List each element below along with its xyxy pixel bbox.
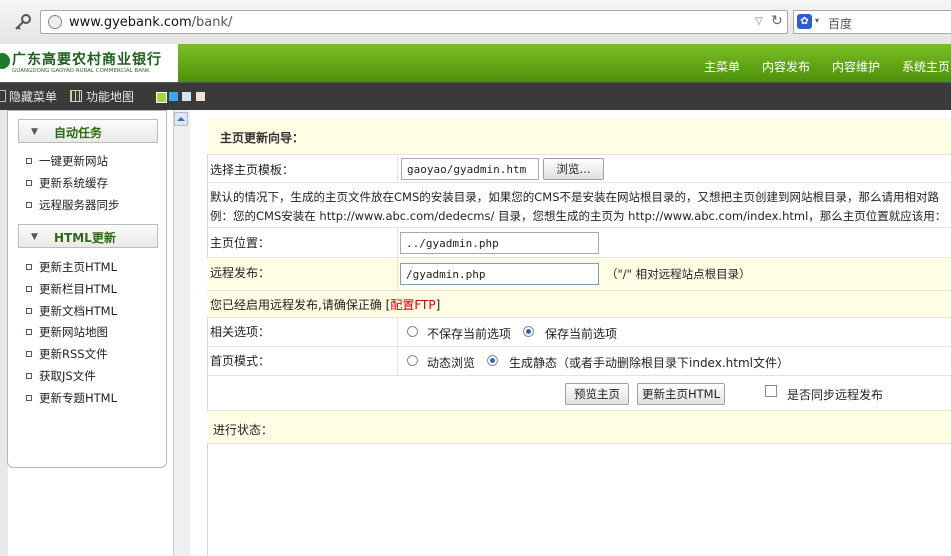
browser-toolbar: www.gyebank.com/bank/ ▽ ↻ ✿ ▾ 百度 <box>0 0 951 45</box>
bullet-icon <box>26 351 32 357</box>
browse-button[interactable]: 浏览... <box>543 158 604 180</box>
no-save-label: 不保存当前选项 <box>427 327 512 341</box>
bullet-icon <box>26 264 32 270</box>
note-row: 默认的情况下，生成的主页文件放在CMS的安装目录，如果您的CMS不是安装在网站根… <box>207 183 951 228</box>
section-title: 自动任务 <box>54 126 103 140</box>
sync-remote-label: 是否同步远程发布 <box>787 388 884 402</box>
static-mode-radio[interactable] <box>487 355 498 366</box>
logo-chinese-text: 广东高要农村商业银行 <box>12 52 162 68</box>
nav-content-maintain[interactable]: 内容维护 <box>832 58 880 75</box>
reload-icon[interactable]: ↻ <box>771 13 783 29</box>
address-bar[interactable]: www.gyebank.com/bank/ ▽ ↻ <box>40 10 788 34</box>
scroll-up-button[interactable] <box>174 112 188 126</box>
url-text: www.gyebank.com/bank/ <box>69 15 233 30</box>
section-title: HTML更新 <box>54 231 116 245</box>
column-divider <box>397 347 398 376</box>
update-home-html-button[interactable]: 更新主页HTML <box>637 383 725 405</box>
nav-system-home[interactable]: 系统主页 <box>902 58 950 75</box>
function-bar <box>0 82 951 110</box>
bank-logo: 广东高要农村商业银行 GUANGDONG GAOYAO RURAL COMMER… <box>0 44 178 82</box>
ftp-notice-row: 您已经启用远程发布,请确保正确 [配置FTP] <box>207 291 951 318</box>
save-label: 保存当前选项 <box>545 327 618 341</box>
column-divider <box>397 155 398 183</box>
search-placeholder: 百度 <box>828 17 853 31</box>
frame-scrollbar[interactable] <box>173 110 190 556</box>
nav-content-publish[interactable]: 内容发布 <box>762 58 810 75</box>
position-label: 主页位置： <box>210 236 271 250</box>
baidu-paw-icon: ✿ <box>797 14 812 29</box>
bullet-icon <box>26 286 32 292</box>
skin-lightblue-swatch[interactable] <box>182 92 191 101</box>
bullet-icon <box>26 202 32 208</box>
grid-icon <box>70 90 82 102</box>
logo-mark-icon <box>0 53 10 69</box>
site-map-button[interactable]: 功能地图 <box>70 88 134 105</box>
hide-menu-button[interactable]: 隐藏菜单 <box>0 88 57 105</box>
static-mode-label: 生成静态（或者手动删除根目录下index.html文件） <box>509 356 789 370</box>
sync-remote-checkbox[interactable] <box>765 385 777 397</box>
globe-icon <box>48 15 62 29</box>
column-divider <box>397 228 398 258</box>
mode-label: 首页模式： <box>210 354 271 368</box>
options-label: 相关选项： <box>210 325 271 339</box>
collapse-triangle-icon: ▼ <box>31 232 38 242</box>
dropdown-arrow-icon[interactable]: ▽ <box>755 16 763 27</box>
search-box[interactable]: ✿ ▾ 百度 <box>793 10 951 34</box>
bullet-icon <box>26 373 32 379</box>
column-divider <box>397 258 398 291</box>
progress-label: 进行状态： <box>213 423 274 437</box>
save-radio[interactable] <box>523 326 534 337</box>
key-icon <box>14 13 32 31</box>
wizard-title-row: 主页更新向导： <box>207 118 951 155</box>
remote-label: 远程发布： <box>210 266 271 280</box>
logo-english-text: GUANGDONG GAOYAO RURAL COMMERCIAL BANK <box>12 68 150 74</box>
arrow-up-icon <box>177 117 185 121</box>
note-line-1: 默认的情况下，生成的主页文件放在CMS的安装目录，如果您的CMS不是安装在网站根… <box>210 190 939 204</box>
sidebar-section-auto-task[interactable]: ▼ 自动任务 <box>18 119 158 143</box>
dynamic-mode-label: 动态浏览 <box>427 356 476 370</box>
hide-menu-icon <box>0 90 6 102</box>
column-divider <box>397 318 398 347</box>
remote-hint: （"/" 相对远程站点根目录） <box>606 267 751 281</box>
skin-green-swatch[interactable] <box>156 92 167 103</box>
search-engine-dropdown-icon[interactable]: ▾ <box>815 16 819 25</box>
collapse-triangle-icon: ▼ <box>31 127 38 137</box>
note-line-2: 例：您的CMS安装在 http://www.abc.com/dedecms/ 目… <box>210 209 947 223</box>
preview-home-button[interactable]: 预览主页 <box>565 383 629 405</box>
bullet-icon <box>26 308 32 314</box>
template-label: 选择主页模板： <box>210 163 295 177</box>
remote-input[interactable]: /gyadmin.php <box>400 263 599 285</box>
sidebar-section-html-update[interactable]: ▼ HTML更新 <box>18 224 158 248</box>
ftp-notice: 您已经启用远程发布,请确保正确 [配置FTP] <box>210 298 441 312</box>
dynamic-mode-radio[interactable] <box>407 355 418 366</box>
page-title: 主页更新向导： <box>220 131 305 145</box>
bullet-icon <box>26 395 32 401</box>
configure-ftp-link[interactable]: 配置FTP <box>390 298 435 312</box>
progress-row: 进行状态： <box>207 411 951 444</box>
bullet-icon <box>26 158 32 164</box>
skin-beige-swatch[interactable] <box>196 92 205 101</box>
bullet-icon <box>26 180 32 186</box>
nav-main-menu[interactable]: 主菜单 <box>704 58 740 75</box>
skin-blue-swatch[interactable] <box>169 92 178 101</box>
bullet-icon <box>26 329 32 335</box>
position-input[interactable]: ../gyadmin.php <box>400 232 599 254</box>
template-input[interactable]: gaoyao/gyadmin.htm <box>401 158 539 180</box>
no-save-radio[interactable] <box>407 326 418 337</box>
